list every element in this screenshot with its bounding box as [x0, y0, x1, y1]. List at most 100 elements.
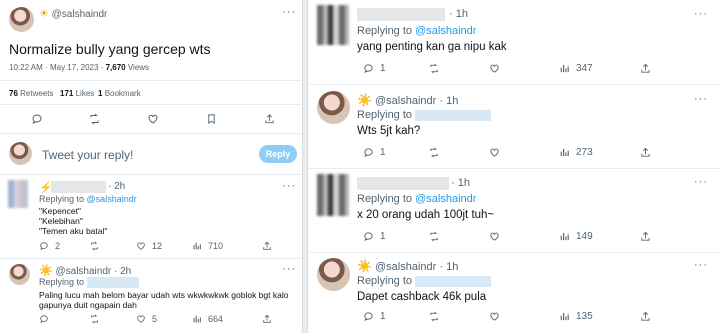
more-options-icon[interactable]: ··· [282, 6, 296, 18]
share-button[interactable] [640, 311, 651, 322]
avatar[interactable] [9, 264, 30, 285]
more-options-icon[interactable]: ··· [694, 176, 708, 188]
tweet-author[interactable]: ☀ @salshaindr [39, 7, 107, 20]
share-button[interactable] [262, 314, 272, 324]
tweet-date[interactable]: May 17, 2023 [50, 63, 98, 72]
retweet-button[interactable] [428, 63, 440, 74]
retweet-stat[interactable]: 76 Retweets [9, 89, 54, 98]
reply-button[interactable]: 1 [363, 231, 386, 242]
divider [308, 168, 720, 169]
share-button[interactable] [640, 147, 651, 158]
reply-button[interactable] [39, 314, 49, 324]
reply-button[interactable]: 1 [363, 311, 386, 322]
blurred-avatar[interactable] [317, 5, 349, 45]
blurred-mention-link[interactable] [415, 275, 492, 287]
bookmark-button[interactable] [206, 113, 217, 125]
views-button[interactable]: 664 [192, 314, 223, 324]
retweet-button[interactable] [89, 241, 100, 251]
avatar[interactable] [317, 91, 350, 124]
views-button[interactable]: 149 [559, 231, 593, 242]
blurred-mention-link[interactable] [86, 277, 139, 289]
reply-submit-button[interactable]: Reply [259, 145, 297, 163]
retweet-icon [430, 63, 438, 74]
more-options-icon[interactable]: ··· [282, 180, 296, 192]
share-button[interactable] [640, 231, 651, 242]
mention-link[interactable]: @salshaindr [415, 25, 476, 37]
time-label[interactable]: 1h [446, 261, 458, 273]
replying-label: Replying to [357, 193, 413, 205]
separator-dot: · [439, 95, 444, 107]
reply-author[interactable]: ☀️ @salshaindr · 1h [357, 259, 458, 273]
retweet-button[interactable] [89, 314, 100, 324]
view-count: 710 [208, 241, 224, 251]
reply-button[interactable]: 2 [39, 241, 60, 251]
bookmark-count: 1 [98, 89, 103, 98]
tweet-time[interactable]: 10:22 AM [9, 63, 43, 72]
blurred-avatar[interactable] [317, 174, 349, 216]
time-label[interactable]: 2h [120, 266, 131, 277]
blurred-mention-link[interactable] [415, 109, 492, 121]
view-count: 149 [576, 231, 593, 242]
share-button[interactable] [264, 113, 275, 125]
retweets-label: Retweets [20, 89, 54, 98]
reply-button[interactable]: 1 [363, 63, 386, 74]
like-button[interactable] [489, 311, 500, 322]
views-button[interactable]: 347 [559, 63, 593, 74]
reply-author[interactable]: ☀️ @salshaindr · 2h [39, 264, 131, 277]
view-count: 7,670 [105, 63, 126, 72]
reply-button[interactable] [31, 113, 43, 125]
like-button[interactable] [489, 231, 500, 242]
separator-dot: · [114, 266, 118, 277]
avatar[interactable] [317, 258, 350, 291]
replying-to: Replying to @salshaindr [39, 194, 137, 204]
like-button[interactable] [147, 113, 159, 125]
time-label[interactable]: 1h [446, 95, 458, 107]
bookmarks-label: Bookmark [104, 89, 141, 98]
views-button[interactable]: 135 [559, 311, 593, 322]
retweet-button[interactable] [428, 147, 440, 158]
sun-emoji-icon: ☀️ [357, 93, 372, 107]
reply-icon [32, 114, 42, 125]
blurred-avatar[interactable] [8, 180, 28, 208]
more-options-icon[interactable]: ··· [694, 93, 708, 105]
left-thread-panel: ☀ @salshaindr ··· Normalize bully yang g… [0, 0, 303, 333]
more-options-icon[interactable]: ··· [282, 263, 296, 275]
reply-text: Dapet cashback 46k pula [357, 291, 487, 303]
bookmarks-stat[interactable]: 1 Bookmark [98, 89, 141, 98]
share-button[interactable] [640, 63, 651, 74]
views-button[interactable]: 273 [559, 147, 593, 158]
avatar[interactable] [9, 7, 34, 32]
time-label[interactable]: 2h [114, 181, 125, 192]
like-button[interactable] [489, 63, 500, 74]
divider [0, 133, 302, 134]
mention-link[interactable]: @salshaindr [415, 193, 476, 205]
reply-icon [364, 64, 373, 74]
more-options-icon[interactable]: ··· [694, 8, 708, 20]
retweet-icon [91, 314, 98, 324]
time-label[interactable]: 1h [456, 8, 468, 20]
replying-label: Replying to [357, 25, 413, 37]
reply-button[interactable]: 1 [363, 147, 386, 158]
retweet-icon [90, 113, 99, 125]
retweet-button[interactable] [428, 311, 440, 322]
time-label[interactable]: 1h [458, 177, 470, 189]
like-button[interactable] [489, 147, 500, 158]
reply-icon [364, 312, 373, 322]
divider [0, 174, 302, 175]
reply-author[interactable]: ☀️ @salshaindr · 1h [357, 93, 458, 107]
replying-label: Replying to [357, 275, 413, 287]
author-handle: @salshaindr [375, 95, 437, 107]
views-button[interactable]: 710 [192, 241, 223, 251]
retweet-button[interactable] [88, 113, 101, 125]
more-options-icon[interactable]: ··· [694, 259, 708, 271]
likes-stat[interactable]: 171 Likes [60, 89, 94, 98]
retweet-button[interactable] [428, 231, 440, 242]
reply-input[interactable]: Tweet your reply! [42, 148, 133, 162]
right-thread-panel: · 1h ··· Replying to @salshaindr yang pe… [307, 0, 720, 333]
avatar[interactable] [9, 142, 32, 165]
share-button[interactable] [262, 241, 272, 251]
like-button[interactable]: 5 [136, 314, 157, 324]
sun-emoji-icon: ☀ [39, 8, 49, 20]
like-button[interactable]: 12 [136, 241, 162, 251]
mention-link[interactable]: @salshaindr [87, 194, 137, 204]
